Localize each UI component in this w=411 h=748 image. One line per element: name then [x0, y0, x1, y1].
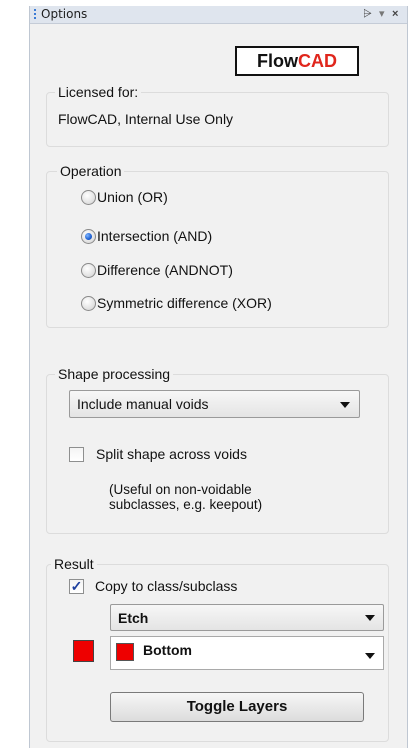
radio-intersection[interactable]	[81, 229, 96, 244]
split-shape-label[interactable]: Split shape across voids	[96, 446, 247, 462]
radio-union[interactable]	[81, 190, 96, 205]
chevron-down-icon	[365, 615, 375, 621]
layer-color-swatch[interactable]	[73, 640, 94, 662]
radio-symmetric-difference[interactable]	[81, 296, 96, 311]
close-icon[interactable]: ×	[392, 7, 398, 21]
panel-title: Options	[41, 7, 88, 21]
copy-to-class-checkbox[interactable]: ✓	[69, 579, 84, 594]
split-shape-checkbox[interactable]	[69, 447, 84, 462]
radio-union-label[interactable]: Union (OR)	[97, 189, 168, 205]
dropdown-menu-icon[interactable]: ▾	[379, 7, 385, 21]
void-mode-select[interactable]: Include manual voids	[69, 390, 360, 418]
class-value: Etch	[118, 610, 149, 626]
split-shape-note-line1: (Useful on non-voidable	[109, 482, 252, 497]
operation-heading: Operation	[57, 163, 125, 179]
void-mode-value: Include manual voids	[77, 396, 209, 412]
radio-intersection-label[interactable]: Intersection (AND)	[97, 228, 212, 244]
pin-icon[interactable]: ⩥	[363, 7, 372, 21]
chevron-down-icon	[340, 402, 350, 408]
copy-to-class-label[interactable]: Copy to class/subclass	[95, 578, 237, 594]
shape-processing-heading: Shape processing	[55, 366, 174, 382]
radio-difference-label[interactable]: Difference (ANDNOT)	[97, 262, 233, 278]
split-shape-note-line2: subclasses, e.g. keepout)	[109, 497, 263, 512]
subclass-color-swatch	[116, 643, 134, 661]
license-heading: Licensed for:	[55, 84, 142, 100]
radio-symmetric-difference-label[interactable]: Symmetric difference (XOR)	[97, 295, 272, 311]
subclass-select[interactable]: Bottom	[110, 636, 384, 670]
class-select[interactable]: Etch	[110, 604, 384, 631]
options-panel: Options ⩥ ▾ × FlowCAD Licensed for: Flow…	[29, 6, 408, 748]
result-heading: Result	[51, 556, 97, 572]
flowcad-logo: FlowCAD	[235, 46, 359, 76]
license-value: FlowCAD, Internal Use Only	[58, 111, 234, 127]
drag-grip-icon[interactable]	[34, 9, 37, 20]
toggle-layers-button[interactable]: Toggle Layers	[110, 692, 364, 722]
panel-titlebar[interactable]: Options ⩥ ▾ ×	[30, 6, 407, 24]
chevron-down-icon	[365, 653, 375, 659]
subclass-value: Bottom	[143, 642, 192, 658]
radio-difference[interactable]	[81, 263, 96, 278]
